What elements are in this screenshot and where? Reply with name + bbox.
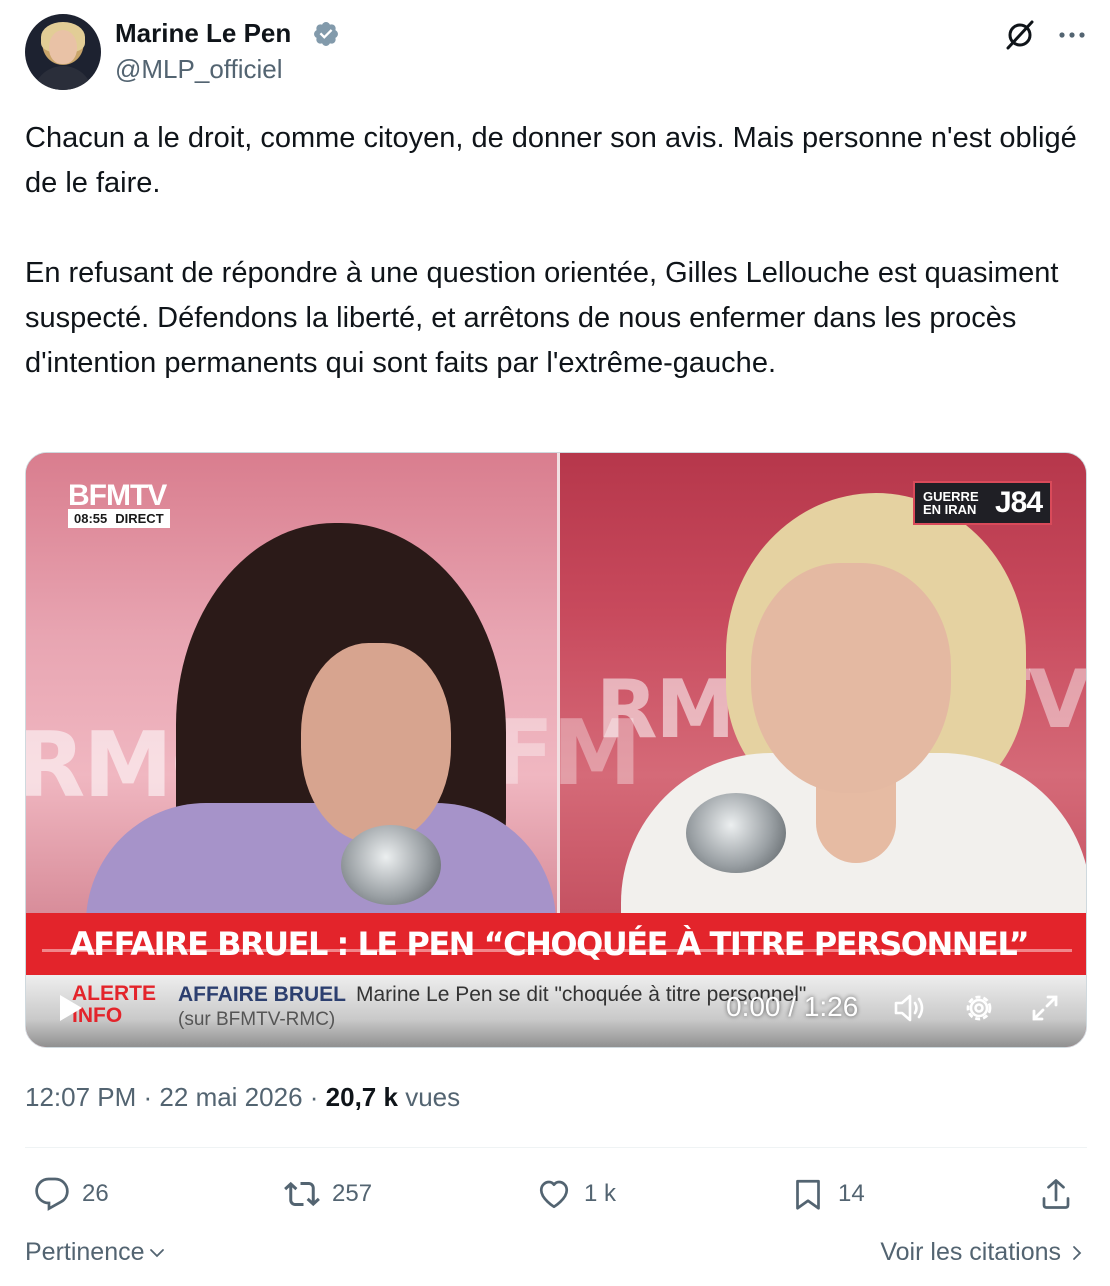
meta-dot: · bbox=[309, 1082, 326, 1112]
sort-dropdown[interactable]: Pertinence bbox=[25, 1238, 167, 1267]
retweet-icon bbox=[284, 1181, 320, 1207]
retweet-count: 257 bbox=[332, 1180, 373, 1207]
video-time: 0:00 / 1:26 bbox=[726, 991, 859, 1022]
reply-icon bbox=[35, 1177, 69, 1211]
avatar-face bbox=[49, 30, 77, 64]
bookmark-icon bbox=[796, 1179, 820, 1210]
journalist-face bbox=[301, 643, 451, 843]
live-tag: 08:55 DIRECT bbox=[68, 509, 170, 528]
ticker-sub: (sur BFMTV-RMC) bbox=[178, 1009, 336, 1030]
fullscreen-icon[interactable] bbox=[1028, 989, 1062, 1027]
bookmark-count: 14 bbox=[838, 1180, 865, 1207]
share-button[interactable] bbox=[1038, 1174, 1074, 1214]
tweet-text: Chacun a le droit, comme citoyen, de don… bbox=[25, 116, 1087, 386]
retweet-button[interactable]: 257 bbox=[284, 1174, 372, 1214]
topic-label: GUERRE EN IRAN bbox=[923, 489, 979, 517]
ticker-alert: ALERTE INFO bbox=[72, 982, 156, 1027]
tweet-paragraph: En refusant de répondre à une question o… bbox=[25, 257, 1059, 379]
author-name[interactable]: Marine Le Pen bbox=[115, 18, 291, 49]
like-icon bbox=[539, 1180, 569, 1209]
settings-icon[interactable] bbox=[960, 989, 998, 1027]
grok-icon[interactable] bbox=[1003, 18, 1037, 52]
quotes-label: Voir les citations bbox=[880, 1238, 1061, 1266]
tweet-date[interactable]: 22 mai 2026 bbox=[159, 1082, 302, 1112]
live-label: DIRECT bbox=[115, 511, 164, 526]
split-divider bbox=[557, 453, 560, 913]
author-handle[interactable]: @MLP_officiel bbox=[115, 54, 283, 85]
avatar-jacket bbox=[33, 66, 93, 90]
like-button[interactable]: 1 k bbox=[536, 1174, 616, 1214]
channel-logo: BFMTV bbox=[68, 479, 167, 512]
topic-tag: GUERRE EN IRAN J84 bbox=[913, 481, 1053, 525]
play-icon[interactable] bbox=[58, 993, 84, 1023]
tweet-paragraph: Chacun a le droit, comme citoyen, de don… bbox=[25, 122, 1077, 199]
chevron-down-icon bbox=[149, 1248, 164, 1257]
more-icon[interactable] bbox=[1055, 18, 1089, 52]
views-label: vues bbox=[405, 1082, 461, 1112]
chevron-right-icon bbox=[1073, 1245, 1082, 1260]
headline-text: AFFAIRE BRUEL : LE PEN “CHOQUÉE À TITRE … bbox=[70, 925, 1030, 963]
live-clock: 08:55 bbox=[74, 511, 108, 526]
reply-count: 26 bbox=[82, 1180, 109, 1207]
guest-face bbox=[751, 563, 951, 793]
share-icon bbox=[1042, 1179, 1070, 1209]
divider bbox=[25, 1147, 1087, 1148]
reply-button[interactable]: 26 bbox=[34, 1174, 109, 1214]
topic-day: J84 bbox=[995, 486, 1043, 519]
bookmark-button[interactable]: 14 bbox=[790, 1174, 865, 1214]
sort-label: Pertinence bbox=[25, 1238, 145, 1266]
tweet-time[interactable]: 12:07 PM bbox=[25, 1082, 136, 1112]
ticker-title: AFFAIRE BRUEL bbox=[178, 983, 346, 1006]
video-player[interactable]: RMC BFM RMC TV. BFMTV 08:55DIRECT GUERRE… bbox=[25, 452, 1087, 1048]
views-count: 20,7 k bbox=[325, 1082, 398, 1112]
quotes-link[interactable]: Voir les citations bbox=[880, 1238, 1087, 1267]
volume-icon[interactable] bbox=[890, 989, 928, 1027]
verified-badge-icon bbox=[314, 22, 338, 46]
author-avatar[interactable] bbox=[25, 14, 101, 90]
tweet-header: Marine Le Pen @MLP_officiel bbox=[25, 14, 1087, 90]
microphone bbox=[341, 825, 441, 905]
headline-banner: AFFAIRE BRUEL : LE PEN “CHOQUÉE À TITRE … bbox=[26, 913, 1086, 975]
tweet-meta: 12:07 PM · 22 mai 2026 · 20,7 k vues bbox=[25, 1082, 460, 1113]
microphone bbox=[686, 793, 786, 873]
like-count: 1 k bbox=[584, 1180, 617, 1207]
meta-dot: · bbox=[143, 1082, 160, 1112]
